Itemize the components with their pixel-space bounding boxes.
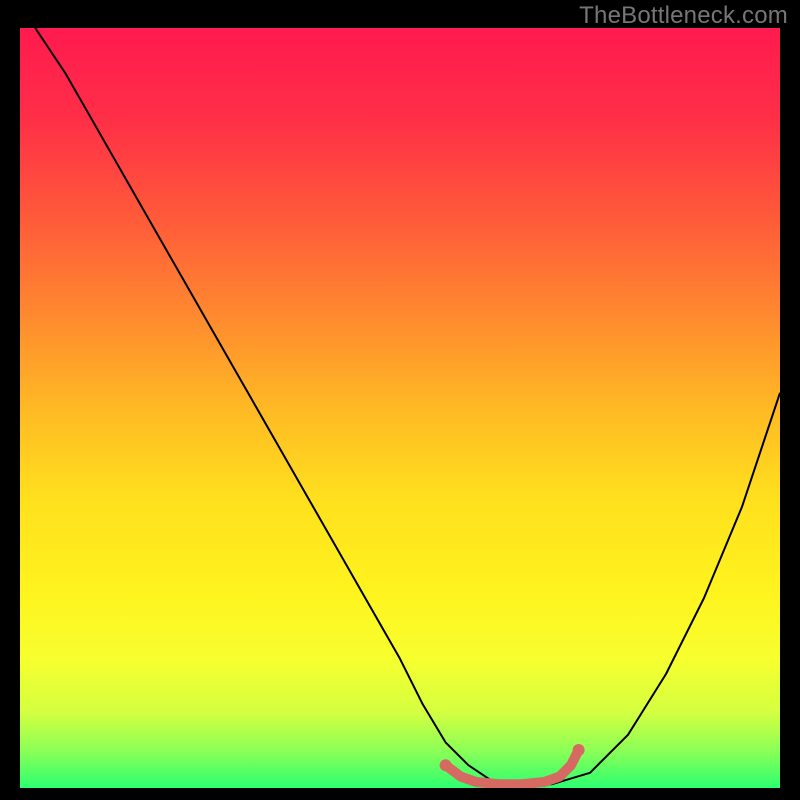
series-highlight-band: [446, 750, 579, 784]
highlight-dot-left: [440, 759, 452, 771]
curve-layer: [20, 28, 780, 788]
figure-root: TheBottleneck.com: [0, 0, 800, 800]
series-bottleneck-curve: [35, 28, 780, 784]
highlight-dot-right: [573, 744, 585, 756]
plot-area: [20, 28, 780, 788]
watermark-text: TheBottleneck.com: [579, 2, 788, 30]
